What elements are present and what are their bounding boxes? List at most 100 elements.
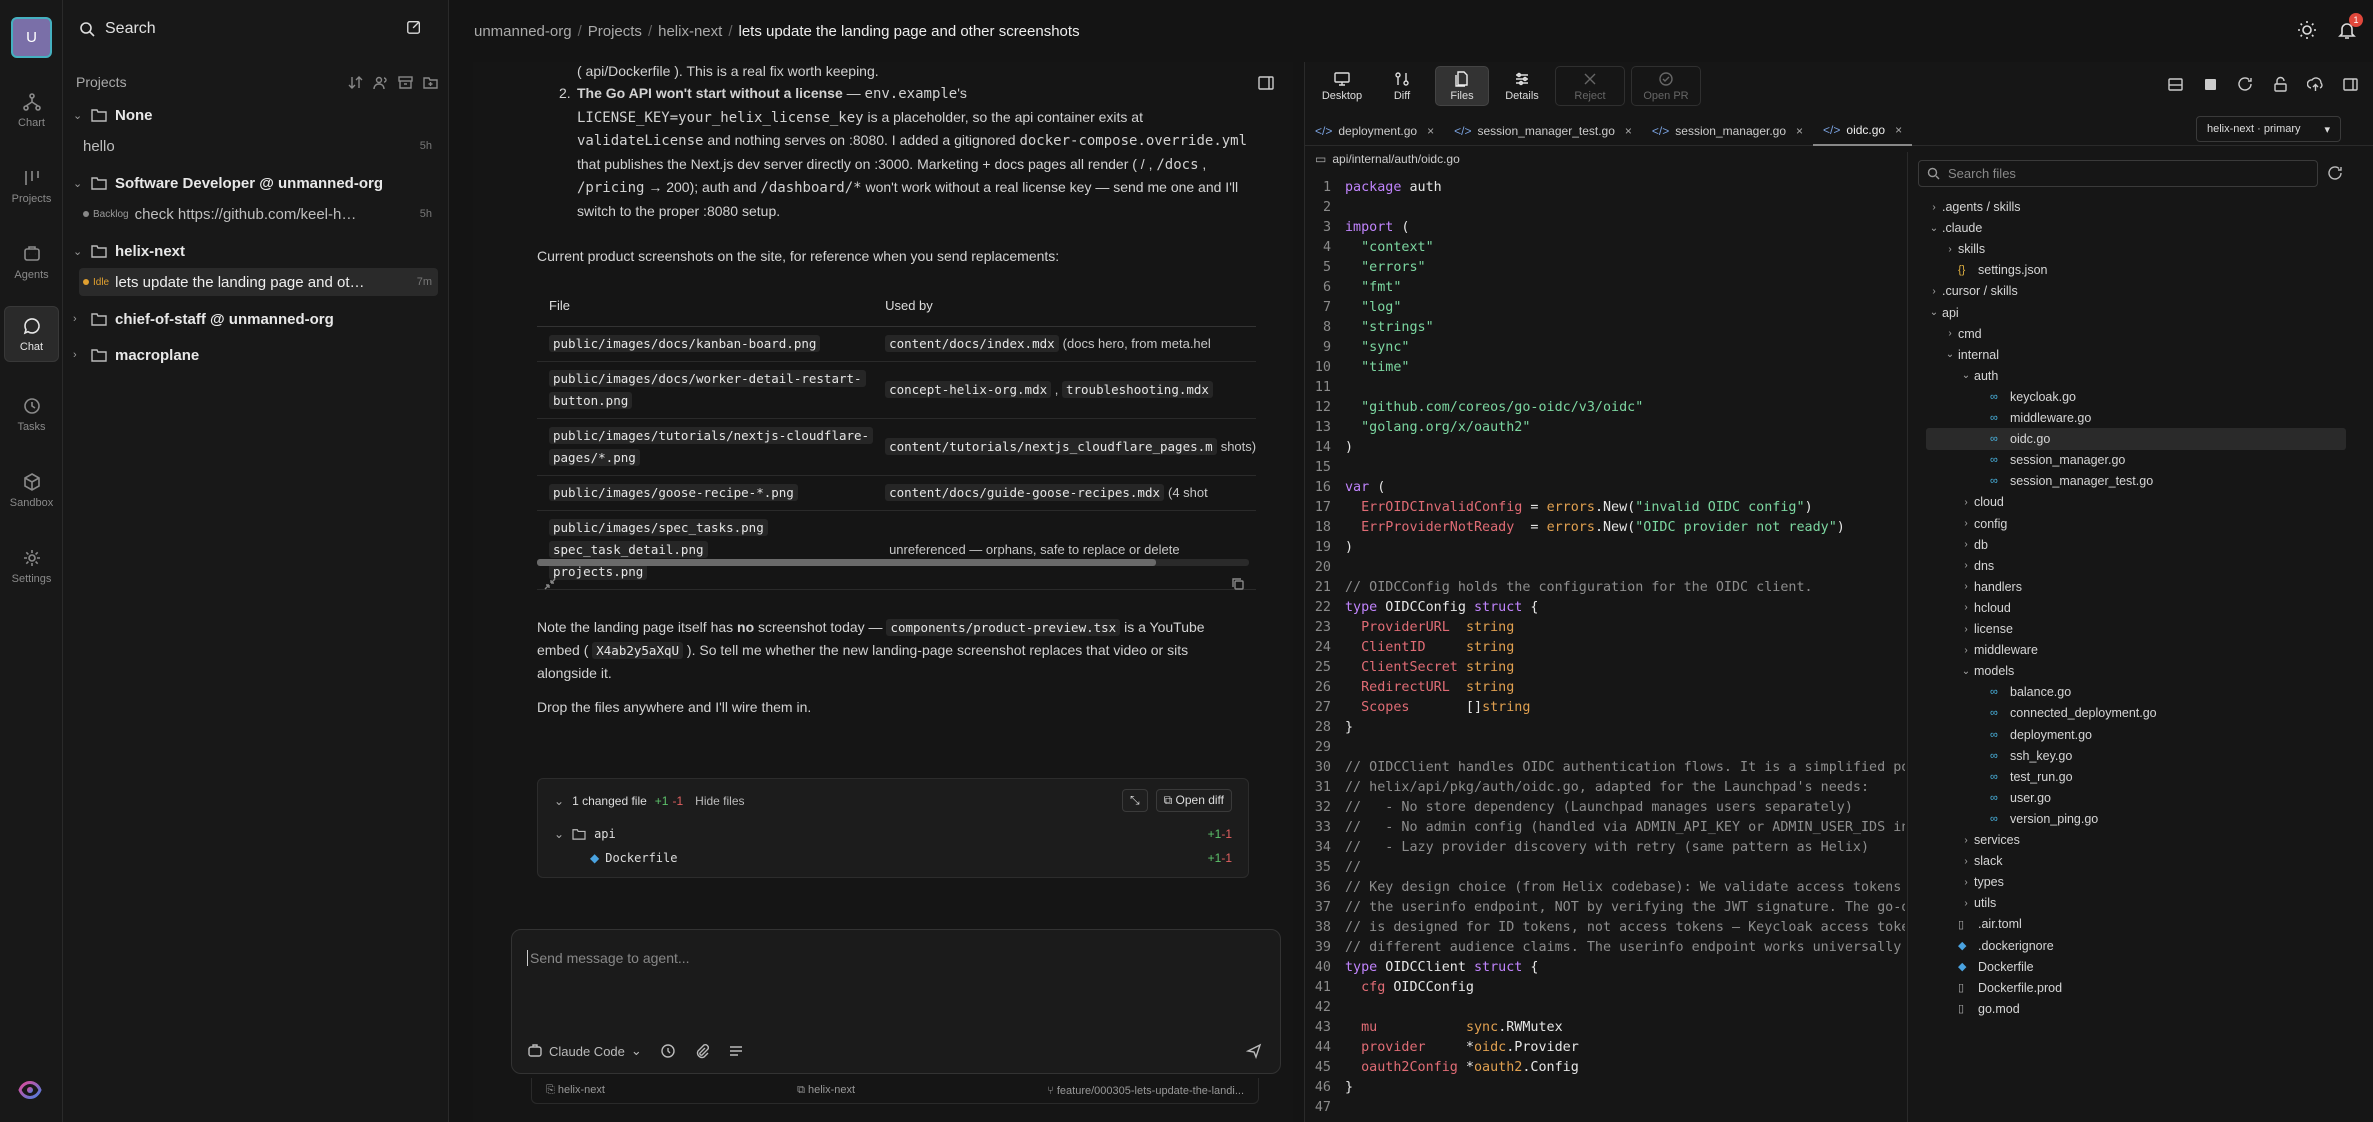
tree-file[interactable]: ▯ .air.toml [1926,913,2346,935]
table-scrollbar[interactable] [537,559,1249,566]
tree-folder[interactable]: › dns [1926,555,2346,577]
tree-file[interactable]: ▯ Dockerfile.prod [1926,977,2346,999]
changed-folder-row[interactable]: ⌄ api +1 -1 [554,827,1232,841]
archive-icon[interactable] [398,75,413,90]
project-group-none[interactable]: ⌄ None [73,103,438,127]
sidebar-toggle-icon[interactable] [1257,74,1275,92]
avatar[interactable]: U [11,17,52,58]
editor-tab-active[interactable]: </> oidc.go × [1813,116,1913,146]
tree-file[interactable]: ∞ middleware.go [1926,407,2346,429]
tree-folder[interactable]: › cloud [1926,491,2346,513]
project-group-macroplane[interactable]: › macroplane [73,343,438,367]
panel-right-icon[interactable] [2342,76,2359,93]
tree-folder[interactable]: › cmd [1926,323,2346,345]
project-group-chief-of-staff[interactable]: › chief-of-staff @ unmanned-org [73,307,438,331]
rail-item-chat[interactable]: Chat [4,306,59,362]
tree-file[interactable]: ∞ user.go [1926,787,2346,809]
attach-icon[interactable] [694,1043,710,1059]
project-group-software-developer[interactable]: ⌄ Software Developer @ unmanned-org [73,171,438,195]
close-icon[interactable]: × [1796,124,1803,138]
refresh-icon[interactable] [2328,166,2343,181]
tree-folder[interactable]: › hcloud [1926,597,2346,619]
tree-folder[interactable]: › .cursor / skills [1926,280,2346,302]
diff-button[interactable]: Diff [1375,66,1429,106]
desktop-button[interactable]: Desktop [1315,66,1369,106]
tree-file[interactable]: ∞ test_run.go [1926,766,2346,788]
chat-item-selected[interactable]: Idle lets update the landing page and ot… [79,268,438,296]
tree-file[interactable]: ∞ oidc.go [1926,428,2346,451]
tree-folder[interactable]: ⌄ auth [1926,365,2346,387]
tree-file[interactable]: ▯ go.mod [1926,998,2346,1020]
breadcrumb-projects[interactable]: Projects [588,23,642,40]
compose-icon[interactable] [406,19,422,35]
open-pr-button[interactable]: Open PR [1631,66,1701,106]
tree-file[interactable]: ◆ .dockerignore [1926,935,2346,957]
tree-file[interactable]: ∞ balance.go [1926,681,2346,703]
hide-files-button[interactable]: Hide files [695,794,744,808]
files-button[interactable]: Files [1435,66,1489,106]
tree-file[interactable]: ◆ Dockerfile [1926,956,2346,978]
tree-file[interactable]: ∞ session_manager.go [1926,449,2346,471]
upload-icon[interactable] [2307,76,2324,93]
tree-folder[interactable]: › services [1926,829,2346,851]
chevron-down-icon[interactable]: ⌄ [554,794,564,808]
tree-folder[interactable]: ⌄ .claude [1926,217,2346,239]
tree-file[interactable]: ∞ version_ping.go [1926,808,2346,830]
editor-tab[interactable]: </> session_manager.go × [1642,116,1813,146]
close-icon[interactable]: × [1625,124,1632,138]
tree-folder[interactable]: › middleware [1926,639,2346,661]
rail-item-settings[interactable]: Settings [4,538,59,594]
tree-file[interactable]: ∞ session_manager_test.go [1926,470,2346,492]
tree-folder[interactable]: › utils [1926,892,2346,914]
status-project[interactable]: ⎘ helix-next [546,1084,605,1097]
tree-folder[interactable]: ⌄ internal [1926,344,2346,366]
reject-button[interactable]: Reject [1555,66,1625,106]
tree-file[interactable]: ∞ connected_deployment.go [1926,702,2346,724]
breadcrumb-project[interactable]: helix-next [658,23,722,40]
collapse-icon[interactable] [543,577,557,591]
close-icon[interactable]: × [1427,124,1434,138]
tree-folder[interactable]: › config [1926,513,2346,535]
history-icon[interactable] [660,1043,676,1059]
sun-icon[interactable] [2297,20,2317,40]
rail-item-chart[interactable]: Chart [4,82,59,138]
users-icon[interactable] [373,75,388,90]
open-diff-button[interactable]: ⧉ Open diff [1155,789,1232,812]
tree-folder[interactable]: › slack [1926,850,2346,872]
tree-folder[interactable]: ⌄ api [1926,302,2346,324]
rail-item-tasks[interactable]: Tasks [4,386,59,442]
branch-select[interactable]: helix-next · primary ▾ [2196,116,2341,142]
tree-folder[interactable]: › skills [1926,238,2346,260]
close-icon[interactable]: × [1895,123,1902,137]
tree-folder[interactable]: ⌄ models [1926,660,2346,682]
project-group-helix-next[interactable]: ⌄ helix-next [73,239,438,263]
notifications-button[interactable]: 1 [2337,13,2363,40]
rail-item-agents[interactable]: Agents [4,234,59,290]
new-folder-icon[interactable] [423,75,438,90]
collapse-button[interactable]: ⤡ [1122,789,1148,812]
tree-file[interactable]: {} settings.json [1926,259,2346,281]
status-branch[interactable]: ⑂ feature/000305-lets-update-the-landi..… [1047,1085,1244,1097]
tree-folder[interactable]: › db [1926,534,2346,556]
code-editor[interactable]: 1 package auth 2 3 import (4 "context" 5 "err… [1305,178,1905,1122]
send-icon[interactable] [1246,1043,1262,1059]
tree-file[interactable]: ∞ deployment.go [1926,724,2346,746]
tree-folder[interactable]: › .agents / skills [1926,196,2346,218]
changed-file-row[interactable]: ◆ Dockerfile +1 -1 [590,851,1232,865]
message-input[interactable]: Send message to agent... [527,950,690,966]
rail-item-sandbox[interactable]: Sandbox [4,462,59,518]
message-composer[interactable]: Send message to agent... Claude Code ⌄ [511,929,1281,1074]
chat-item[interactable]: hello 5h [79,132,438,160]
breadcrumb-org[interactable]: unmanned-org [474,23,572,40]
square-icon[interactable] [2202,76,2219,93]
editor-tab[interactable]: </> session_manager_test.go × [1444,116,1642,146]
copy-icon[interactable] [1231,577,1245,591]
tree-file[interactable]: ∞ ssh_key.go [1926,745,2346,767]
agent-select[interactable]: Claude Code ⌄ [527,1043,642,1059]
sidebar-search[interactable]: Search [79,17,432,41]
status-repo[interactable]: ⧉ helix-next [797,1084,855,1097]
rail-item-projects[interactable]: Projects [4,158,59,214]
list-icon[interactable] [728,1043,744,1059]
chat-item[interactable]: Backlog check https://github.com/keel-hq… [79,200,438,228]
tree-file[interactable]: ∞ keycloak.go [1926,386,2346,408]
